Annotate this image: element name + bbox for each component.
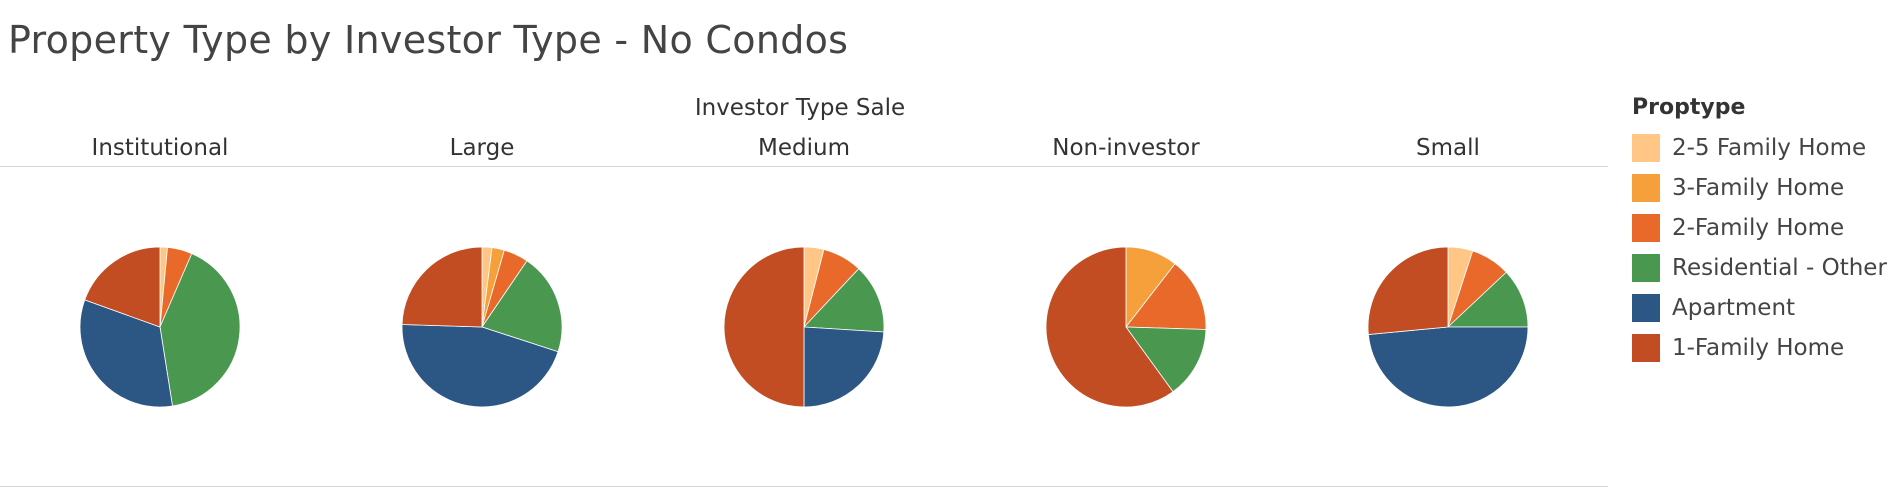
legend-item-apartment[interactable]: Apartment [1632,288,1902,328]
column-header-non-investor: Non-investor [1052,135,1200,161]
legend-item-3-family-home[interactable]: 3-Family Home [1632,168,1902,208]
pie-non-investor [1045,246,1207,408]
legend-item-residential-other[interactable]: Residential - Other [1632,248,1902,288]
column-header-large: Large [449,135,515,161]
legend-item-2-family-home[interactable]: 2-Family Home [1632,208,1902,248]
pie-slice-medium-1-family-home[interactable] [723,246,805,408]
legend-swatch [1632,254,1660,282]
legend-item-2-5-family-home[interactable]: 2-5 Family Home [1632,128,1902,168]
legend-item-1-family-home[interactable]: 1-Family Home [1632,328,1902,368]
legend-label: 1-Family Home [1672,335,1845,361]
column-header-medium: Medium [758,135,850,161]
pie-slice-large-1-family-home[interactable] [401,246,483,328]
pie-medium [723,246,885,408]
legend-swatch [1632,134,1660,162]
pie-charts-area [79,246,1529,408]
legend: Proptype 2-5 Family Home 3-Family Home 2-F… [1632,95,1902,368]
legend-swatch [1632,174,1660,202]
legend-label: 3-Family Home [1672,175,1845,201]
column-header-institutional: Institutional [91,135,229,161]
pie-institutional [79,246,241,408]
pie-small [1367,246,1529,408]
legend-swatch [1632,214,1660,242]
bottom-divider [0,486,1608,487]
legend-title: Proptype [1632,95,1746,120]
pie-large [401,246,563,408]
legend-swatch [1632,294,1660,322]
legend-label: 2-5 Family Home [1672,135,1867,161]
column-header-small: Small [1416,135,1480,161]
legend-label: 2-Family Home [1672,215,1845,241]
pie-slice-small-apartment[interactable] [1367,326,1529,408]
legend-swatch [1632,334,1660,362]
pie-slice-medium-apartment[interactable] [803,326,885,408]
chart-title: Property Type by Investor Type - No Cond… [8,18,849,62]
legend-label: Residential - Other [1672,255,1887,281]
pie-slice-small-1-family-home[interactable] [1367,246,1449,335]
facet-group-header: Investor Type Sale [694,95,906,121]
legend-label: Apartment [1672,295,1796,321]
legend-items: 2-5 Family Home 3-Family Home 2-Family Hom… [1632,128,1902,368]
